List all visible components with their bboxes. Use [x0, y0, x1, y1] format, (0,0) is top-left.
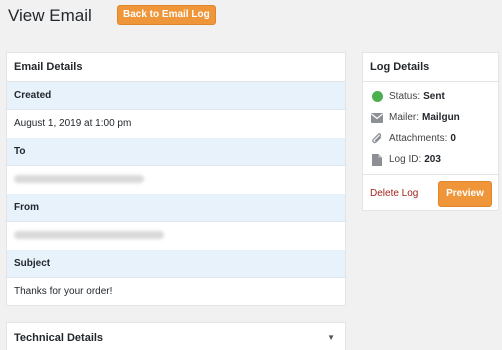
status-row: Status: Sent	[363, 86, 498, 107]
attachments-label: Attachments:	[389, 133, 448, 144]
to-value	[7, 166, 345, 194]
log-details-list: Status: Sent Mailer: Mailgun Attachments…	[363, 82, 498, 175]
mailer-row: Mailer: Mailgun	[363, 107, 498, 128]
to-label: To	[7, 138, 345, 166]
created-label: Created	[7, 82, 345, 110]
redacted-from-address	[14, 231, 164, 240]
from-value	[7, 222, 345, 250]
technical-details-panel[interactable]: Technical Details ▼	[6, 322, 346, 350]
status-dot-icon	[371, 91, 383, 103]
log-details-header: Log Details	[363, 53, 498, 82]
delete-log-link[interactable]: Delete Log	[370, 188, 418, 199]
mailer-label: Mailer:	[389, 112, 420, 123]
mailer-value: Mailgun	[422, 112, 460, 123]
email-details-panel: Email Details Created August 1, 2019 at …	[6, 52, 346, 306]
log-id-value: 203	[424, 154, 441, 165]
subject-label: Subject	[7, 250, 345, 278]
log-id-label: Log ID:	[389, 154, 422, 165]
attachments-row: Attachments: 0	[363, 128, 498, 149]
email-details-header: Email Details	[7, 53, 345, 82]
technical-details-header[interactable]: Technical Details ▼	[7, 323, 345, 350]
status-value: Sent	[423, 91, 445, 102]
redacted-to-address	[14, 175, 144, 184]
created-value: August 1, 2019 at 1:00 pm	[14, 118, 132, 129]
from-label: From	[7, 194, 345, 222]
paperclip-icon	[371, 132, 383, 145]
envelope-icon	[371, 112, 383, 124]
log-id-row: Log ID: 203	[363, 149, 498, 170]
technical-details-title: Technical Details	[14, 332, 104, 344]
file-icon	[371, 153, 383, 166]
caret-down-icon[interactable]: ▼	[327, 323, 335, 350]
attachments-value: 0	[450, 133, 456, 144]
preview-button[interactable]: Preview	[438, 180, 492, 207]
back-to-email-log-button[interactable]: Back to Email Log	[117, 5, 216, 25]
log-details-panel: Log Details Status: Sent Mailer: Mailgun…	[362, 52, 499, 211]
status-label: Status:	[389, 91, 421, 102]
log-actions: Delete Log Preview	[363, 175, 498, 212]
subject-value: Thanks for your order!	[14, 286, 113, 297]
page-title: View Email	[8, 6, 92, 25]
